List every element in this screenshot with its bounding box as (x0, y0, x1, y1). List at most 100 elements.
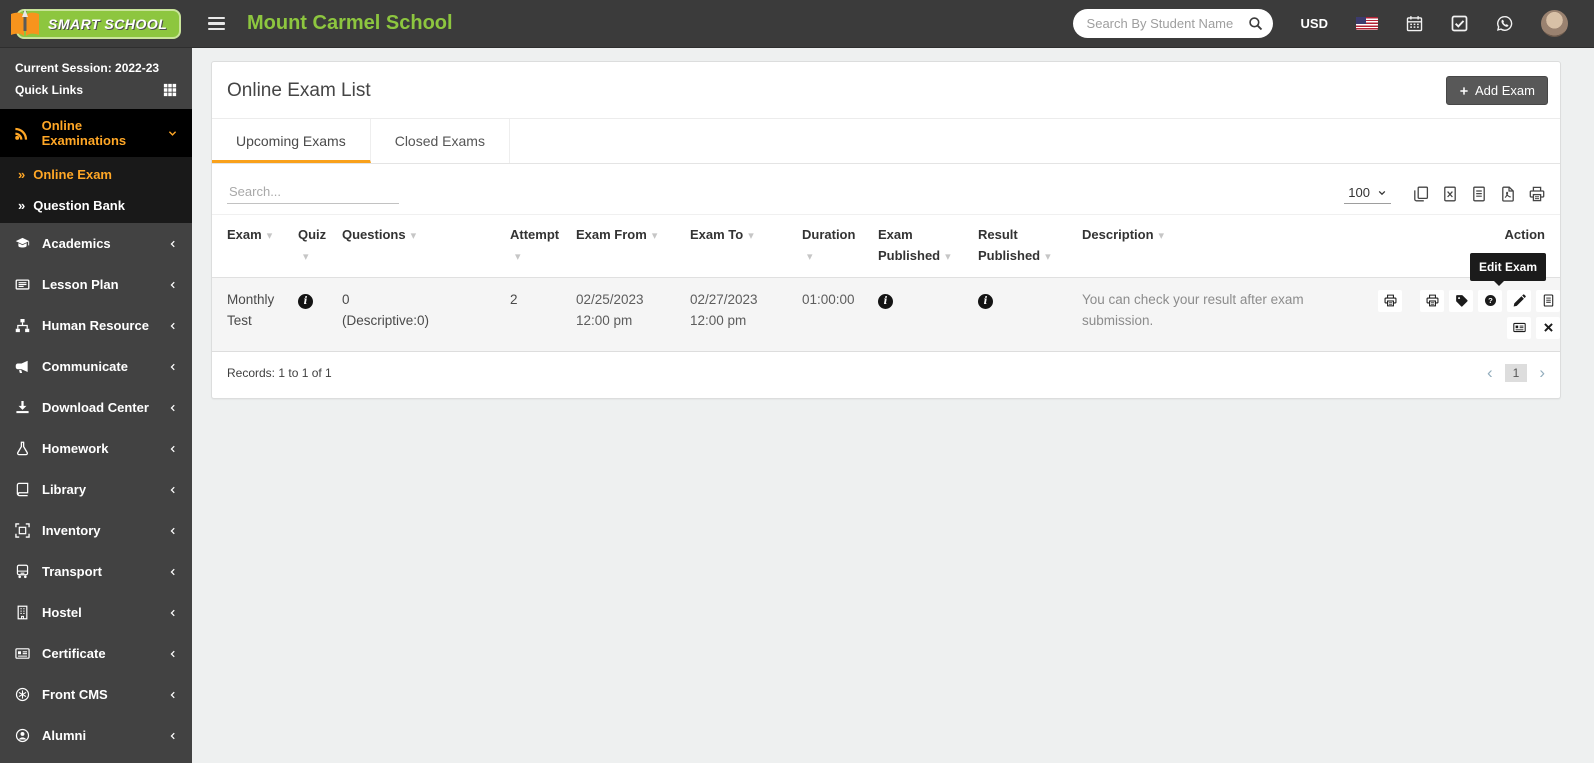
cell-action: Edit Exam (1410, 252, 1560, 352)
quiz-info-icon[interactable]: i (298, 293, 313, 309)
whatsapp-icon[interactable] (1496, 15, 1513, 32)
sidebar-item-academics[interactable]: Academics (0, 223, 192, 264)
print-description-button[interactable] (1378, 289, 1402, 312)
sidebar-item-alumni[interactable]: Alumni (0, 715, 192, 756)
task-check-icon[interactable] (1451, 15, 1468, 32)
pagination: ‹ 1 › (1487, 363, 1545, 382)
csv-export-icon[interactable] (1471, 186, 1487, 202)
assign-tag-button[interactable] (1449, 289, 1473, 312)
online-examinations-submenu: » Online Exam » Question Bank (0, 157, 192, 223)
records-summary: Records: 1 to 1 of 1 (227, 365, 332, 380)
sidebar-subitem-question-bank[interactable]: » Question Bank (0, 190, 192, 221)
bullhorn-icon (14, 359, 30, 374)
page-size-select[interactable]: 100 (1344, 183, 1391, 204)
print-export-icon[interactable] (1529, 186, 1545, 202)
chevron-left-icon (168, 567, 178, 577)
sidebar-item-download-center[interactable]: Download Center (0, 387, 192, 428)
main-content: Online Exam List Add Exam Upcoming Exams… (192, 48, 1594, 763)
description-text: You can check your result after exam sub… (1082, 291, 1304, 328)
sidebar-item-homework[interactable]: Homework (0, 428, 192, 469)
cms-icon (14, 687, 30, 702)
flask-icon (14, 441, 30, 456)
pagination-page-button[interactable]: 1 (1504, 363, 1528, 382)
exam-result-button[interactable] (1536, 289, 1560, 312)
col-exam: Exam (227, 227, 272, 242)
sidebar-item-transport[interactable]: Transport (0, 551, 192, 592)
sidebar-item-front-cms[interactable]: Front CMS (0, 674, 192, 715)
user-avatar[interactable] (1541, 10, 1568, 37)
id-card-icon (1513, 321, 1526, 334)
cell-exam-name: Monthly Test (212, 277, 290, 352)
current-session-label: Current Session: 2022-23 (15, 61, 160, 75)
student-search[interactable] (1072, 9, 1273, 38)
sidebar-toggle-button[interactable] (208, 16, 225, 31)
sidebar-item-hostel[interactable]: Hostel (0, 592, 192, 633)
result-published-info-icon[interactable]: i (978, 293, 993, 309)
sidebar-item-lesson-plan[interactable]: Lesson Plan (0, 264, 192, 305)
search-icon[interactable] (1248, 16, 1263, 31)
exam-table-row: Monthly Test i 0 (Descriptive:0) 2 02/25… (212, 252, 1560, 352)
copy-export-icon[interactable] (1413, 186, 1429, 202)
double-angle-icon: » (18, 167, 26, 182)
chevron-down-icon (167, 128, 178, 139)
currency-label[interactable]: USD (1301, 16, 1328, 31)
sitemap-icon (14, 318, 30, 333)
double-angle-icon: » (18, 198, 26, 213)
tab-closed-exams[interactable]: Closed Exams (371, 119, 510, 163)
online-exam-panel: Online Exam List Add Exam Upcoming Exams… (211, 61, 1561, 399)
download-icon (14, 400, 30, 415)
chevron-left-icon (168, 239, 178, 249)
pencil-icon (1513, 294, 1526, 307)
table-search-input[interactable] (227, 180, 399, 204)
sidebar-item-communicate[interactable]: Communicate (0, 346, 192, 387)
news-icon (14, 277, 30, 292)
question-circle-icon (1484, 294, 1497, 307)
printer-icon (1426, 294, 1439, 307)
questions-button[interactable] (1478, 289, 1502, 312)
col-exam-published: Exam Published (878, 227, 951, 263)
delete-exam-button[interactable] (1536, 316, 1560, 339)
col-questions: Questions (342, 227, 416, 242)
exam-published-info-icon[interactable]: i (878, 293, 893, 309)
col-duration: Duration (802, 227, 855, 263)
quick-links[interactable]: Quick Links (15, 79, 177, 101)
exam-detail-button[interactable] (1507, 316, 1531, 339)
app-logo[interactable]: SMART SCHOOL (0, 0, 192, 48)
sidebar-item-online-examinations[interactable]: Online Examinations (0, 109, 192, 157)
idcard-icon (14, 646, 30, 661)
sidebar-item-library[interactable]: Library (0, 469, 192, 510)
exam-tabs: Upcoming Exams Closed Exams (212, 119, 1560, 164)
plus-icon (1459, 86, 1469, 96)
pagination-next-icon[interactable]: › (1539, 364, 1545, 381)
grid-icon (163, 83, 177, 97)
exam-table: Exam Quiz Questions Attempt Exam From Ex… (212, 214, 1560, 352)
quick-links-label: Quick Links (15, 83, 84, 97)
usercircle-icon (14, 728, 30, 743)
cell-description: You can check your result after exam sub… (1074, 277, 1410, 352)
language-flag-icon[interactable] (1356, 17, 1378, 30)
tab-upcoming-exams[interactable]: Upcoming Exams (212, 119, 371, 163)
tag-icon (1455, 294, 1468, 307)
student-search-input[interactable] (1086, 16, 1248, 31)
edit-exam-button[interactable] (1507, 289, 1531, 312)
chevron-left-icon (168, 403, 178, 413)
sidebar-item-certificate[interactable]: Certificate (0, 633, 192, 674)
sidebar: Current Session: 2022-23 Quick Links Onl… (0, 48, 192, 763)
sidebar-item-human-resource[interactable]: Human Resource (0, 305, 192, 346)
box-icon (14, 523, 30, 538)
pagination-prev-icon[interactable]: ‹ (1487, 364, 1493, 381)
book-icon (14, 482, 30, 497)
sidebar-menu: Online Examinations » Online Exam » Ques… (0, 109, 192, 756)
chevron-left-icon (168, 280, 178, 290)
grad-icon (14, 236, 30, 251)
excel-export-icon[interactable] (1442, 186, 1458, 202)
print-exam-button[interactable] (1420, 289, 1444, 312)
rss-icon (14, 126, 30, 141)
chevron-left-icon (168, 485, 178, 495)
pdf-export-icon[interactable] (1500, 186, 1516, 202)
calendar-icon[interactable] (1406, 15, 1423, 32)
sidebar-item-inventory[interactable]: Inventory (0, 510, 192, 551)
add-exam-button[interactable]: Add Exam (1446, 76, 1548, 105)
sidebar-subitem-online-exam[interactable]: » Online Exam (0, 159, 192, 190)
building-icon (14, 605, 30, 620)
